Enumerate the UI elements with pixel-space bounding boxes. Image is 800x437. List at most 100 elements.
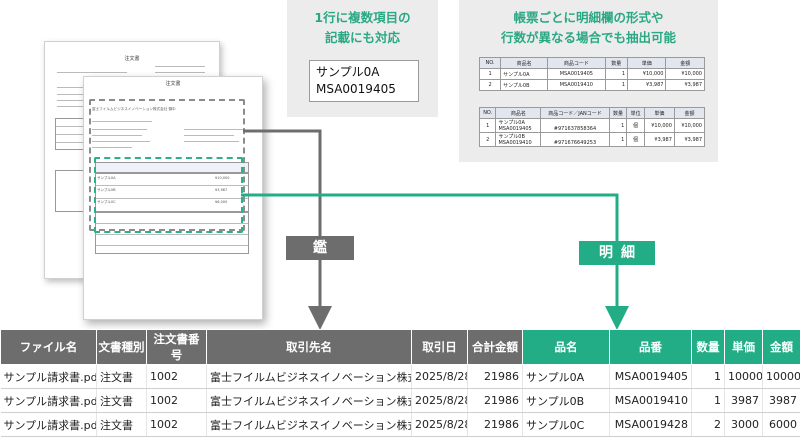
cell: 1002 xyxy=(147,389,207,413)
cell: 金額 xyxy=(666,58,705,69)
cell: ¥10,000 xyxy=(674,119,704,133)
cell: ¥3,987 xyxy=(666,80,705,91)
cell: 1002 xyxy=(147,365,207,389)
cell: 2025/8/28 xyxy=(412,413,468,437)
cell: 1 xyxy=(605,80,627,91)
cell: 1 xyxy=(609,133,627,147)
col-doc-type: 文書種別 xyxy=(97,330,147,365)
cell: 1 xyxy=(692,365,725,389)
cell: 10000 xyxy=(763,365,800,389)
cell: 3987 xyxy=(763,389,800,413)
cell: MSA0019405 xyxy=(548,69,605,80)
callout-multi-item: 1行に複数項目の 記載にも対応 サンプル0A MSA0019405 xyxy=(287,0,438,117)
callout2-title-line2: 行数が異なる場合でも抽出可能 xyxy=(459,28,718,48)
callout2-title-line1: 帳票ごとに明細欄の形式や xyxy=(459,8,718,28)
cell: ¥3,987 xyxy=(628,80,666,91)
col-unit-price: 単価 xyxy=(725,330,763,365)
cell: 金額 xyxy=(674,108,704,119)
col-partner: 取引先名 xyxy=(207,330,412,365)
callout1-title-line1: 1行に複数項目の xyxy=(287,8,438,28)
cell: サンプル0A xyxy=(523,365,610,389)
cell: MSA0019410 xyxy=(610,389,692,413)
cell: 単価 xyxy=(628,58,666,69)
cell: 10000 xyxy=(725,365,763,389)
col-date: 取引日 xyxy=(412,330,468,365)
result-header-row: ファイル名 文書種別 注文書番号 取引先名 取引日 合計金額 品名 品番 数量 … xyxy=(1,330,800,365)
table-row: サンプル請求書.pdf 注文書 1002 富士フイルムビジネスイノベーション株式… xyxy=(1,365,800,389)
cell: 商品名 xyxy=(496,108,541,119)
cell: 富士フイルムビジネスイノベーション株式会社 xyxy=(207,365,412,389)
col-order-no: 注文書番号 xyxy=(147,330,207,365)
callout1-title-line2: 記載にも対応 xyxy=(287,28,438,48)
cell: ¥10,000 xyxy=(644,119,674,133)
cell: NO. xyxy=(480,58,501,69)
cell: #971676649253 xyxy=(541,133,610,147)
cell: 商品コード xyxy=(548,58,605,69)
header-tag: 鑑 xyxy=(286,236,354,260)
cell: 3000 xyxy=(725,413,763,437)
col-item-code: 品番 xyxy=(610,330,692,365)
table-row: 2 サンプル0B MSA0019410 1 ¥3,987 ¥3,987 xyxy=(480,80,705,91)
cell: 21986 xyxy=(468,365,523,389)
cell: 個 xyxy=(627,119,645,133)
cell: 2 xyxy=(480,80,501,91)
cell: 2 xyxy=(480,133,496,147)
cell: サンプル0BMSA0019410 xyxy=(496,133,541,147)
table-row: 2 サンプル0BMSA0019410 #971676649253 1 個 ¥3,… xyxy=(480,133,705,147)
cell: サンプル請求書.pdf xyxy=(1,365,97,389)
callout1-sample-cell: サンプル0A MSA0019405 xyxy=(309,60,419,102)
example-table-1: NO. 商品名 商品コード 数量 単価 金額 1 サンプル0A MSA00194… xyxy=(479,57,705,91)
cell-code: MSA0019410 xyxy=(498,140,531,146)
cell: NO. xyxy=(480,108,496,119)
cell: 1 xyxy=(609,119,627,133)
cell: ¥3,987 xyxy=(644,133,674,147)
col-total: 合計金額 xyxy=(468,330,523,365)
cell: 1002 xyxy=(147,413,207,437)
cell: 個 xyxy=(627,133,645,147)
cell: MSA0019405 xyxy=(610,365,692,389)
cell: 6000 xyxy=(763,413,800,437)
callout1-sample-code: MSA0019405 xyxy=(316,81,412,98)
cell: 2 xyxy=(692,413,725,437)
cell-jan: #971637858364 xyxy=(554,126,596,132)
cell: サンプル請求書.pdf xyxy=(1,413,97,437)
cell: 2025/8/28 xyxy=(412,389,468,413)
cell: 富士フイルムビジネスイノベーション株式会社 xyxy=(207,413,412,437)
example-table-2: NO. 商品名 商品コード／JANコード 数量 単位 単価 金額 1 サンプル0… xyxy=(479,107,705,147)
col-item-name: 品名 xyxy=(523,330,610,365)
table-row: サンプル請求書.pdf 注文書 1002 富士フイルムビジネスイノベーション株式… xyxy=(1,389,800,413)
cell: ¥10,000 xyxy=(628,69,666,80)
cell: 注文書 xyxy=(97,365,147,389)
cell: 富士フイルムビジネスイノベーション株式会社 xyxy=(207,389,412,413)
cell: 数量 xyxy=(605,58,627,69)
cell: 数量 xyxy=(609,108,627,119)
cell: MSA0019410 xyxy=(548,80,605,91)
table-row: 1 サンプル0AMSA0019405 #971637858364 1 個 ¥10… xyxy=(480,119,705,133)
table-row: サンプル請求書.pdf 注文書 1002 富士フイルムビジネスイノベーション株式… xyxy=(1,413,800,437)
col-file-name: ファイル名 xyxy=(1,330,97,365)
example-table-1-header: NO. 商品名 商品コード 数量 単価 金額 xyxy=(480,58,705,69)
cell: 2025/8/28 xyxy=(412,365,468,389)
cell: 21986 xyxy=(468,413,523,437)
col-qty: 数量 xyxy=(692,330,725,365)
cell: サンプル0B xyxy=(523,389,610,413)
cell: #971637858364 xyxy=(541,119,610,133)
detail-tag: 明細 xyxy=(579,241,655,265)
example-table-2-header: NO. 商品名 商品コード／JANコード 数量 単位 単価 金額 xyxy=(480,108,705,119)
cell: 単位 xyxy=(627,108,645,119)
cell-jan: #971676649253 xyxy=(554,140,596,146)
cell: 1 xyxy=(605,69,627,80)
cell: 単価 xyxy=(644,108,674,119)
cell: MSA0019428 xyxy=(610,413,692,437)
col-amount: 金額 xyxy=(763,330,800,365)
cell: 3987 xyxy=(725,389,763,413)
cell: ¥10,000 xyxy=(666,69,705,80)
header-connector xyxy=(243,131,320,318)
cell: サンプル0AMSA0019405 xyxy=(496,119,541,133)
cell: 商品コード／JANコード xyxy=(541,108,610,119)
table-row: 1 サンプル0A MSA0019405 1 ¥10,000 ¥10,000 xyxy=(480,69,705,80)
callout1-sample-name: サンプル0A xyxy=(316,64,412,81)
cell: 1 xyxy=(480,119,496,133)
cell: 注文書 xyxy=(97,413,147,437)
cell: サンプル請求書.pdf xyxy=(1,389,97,413)
